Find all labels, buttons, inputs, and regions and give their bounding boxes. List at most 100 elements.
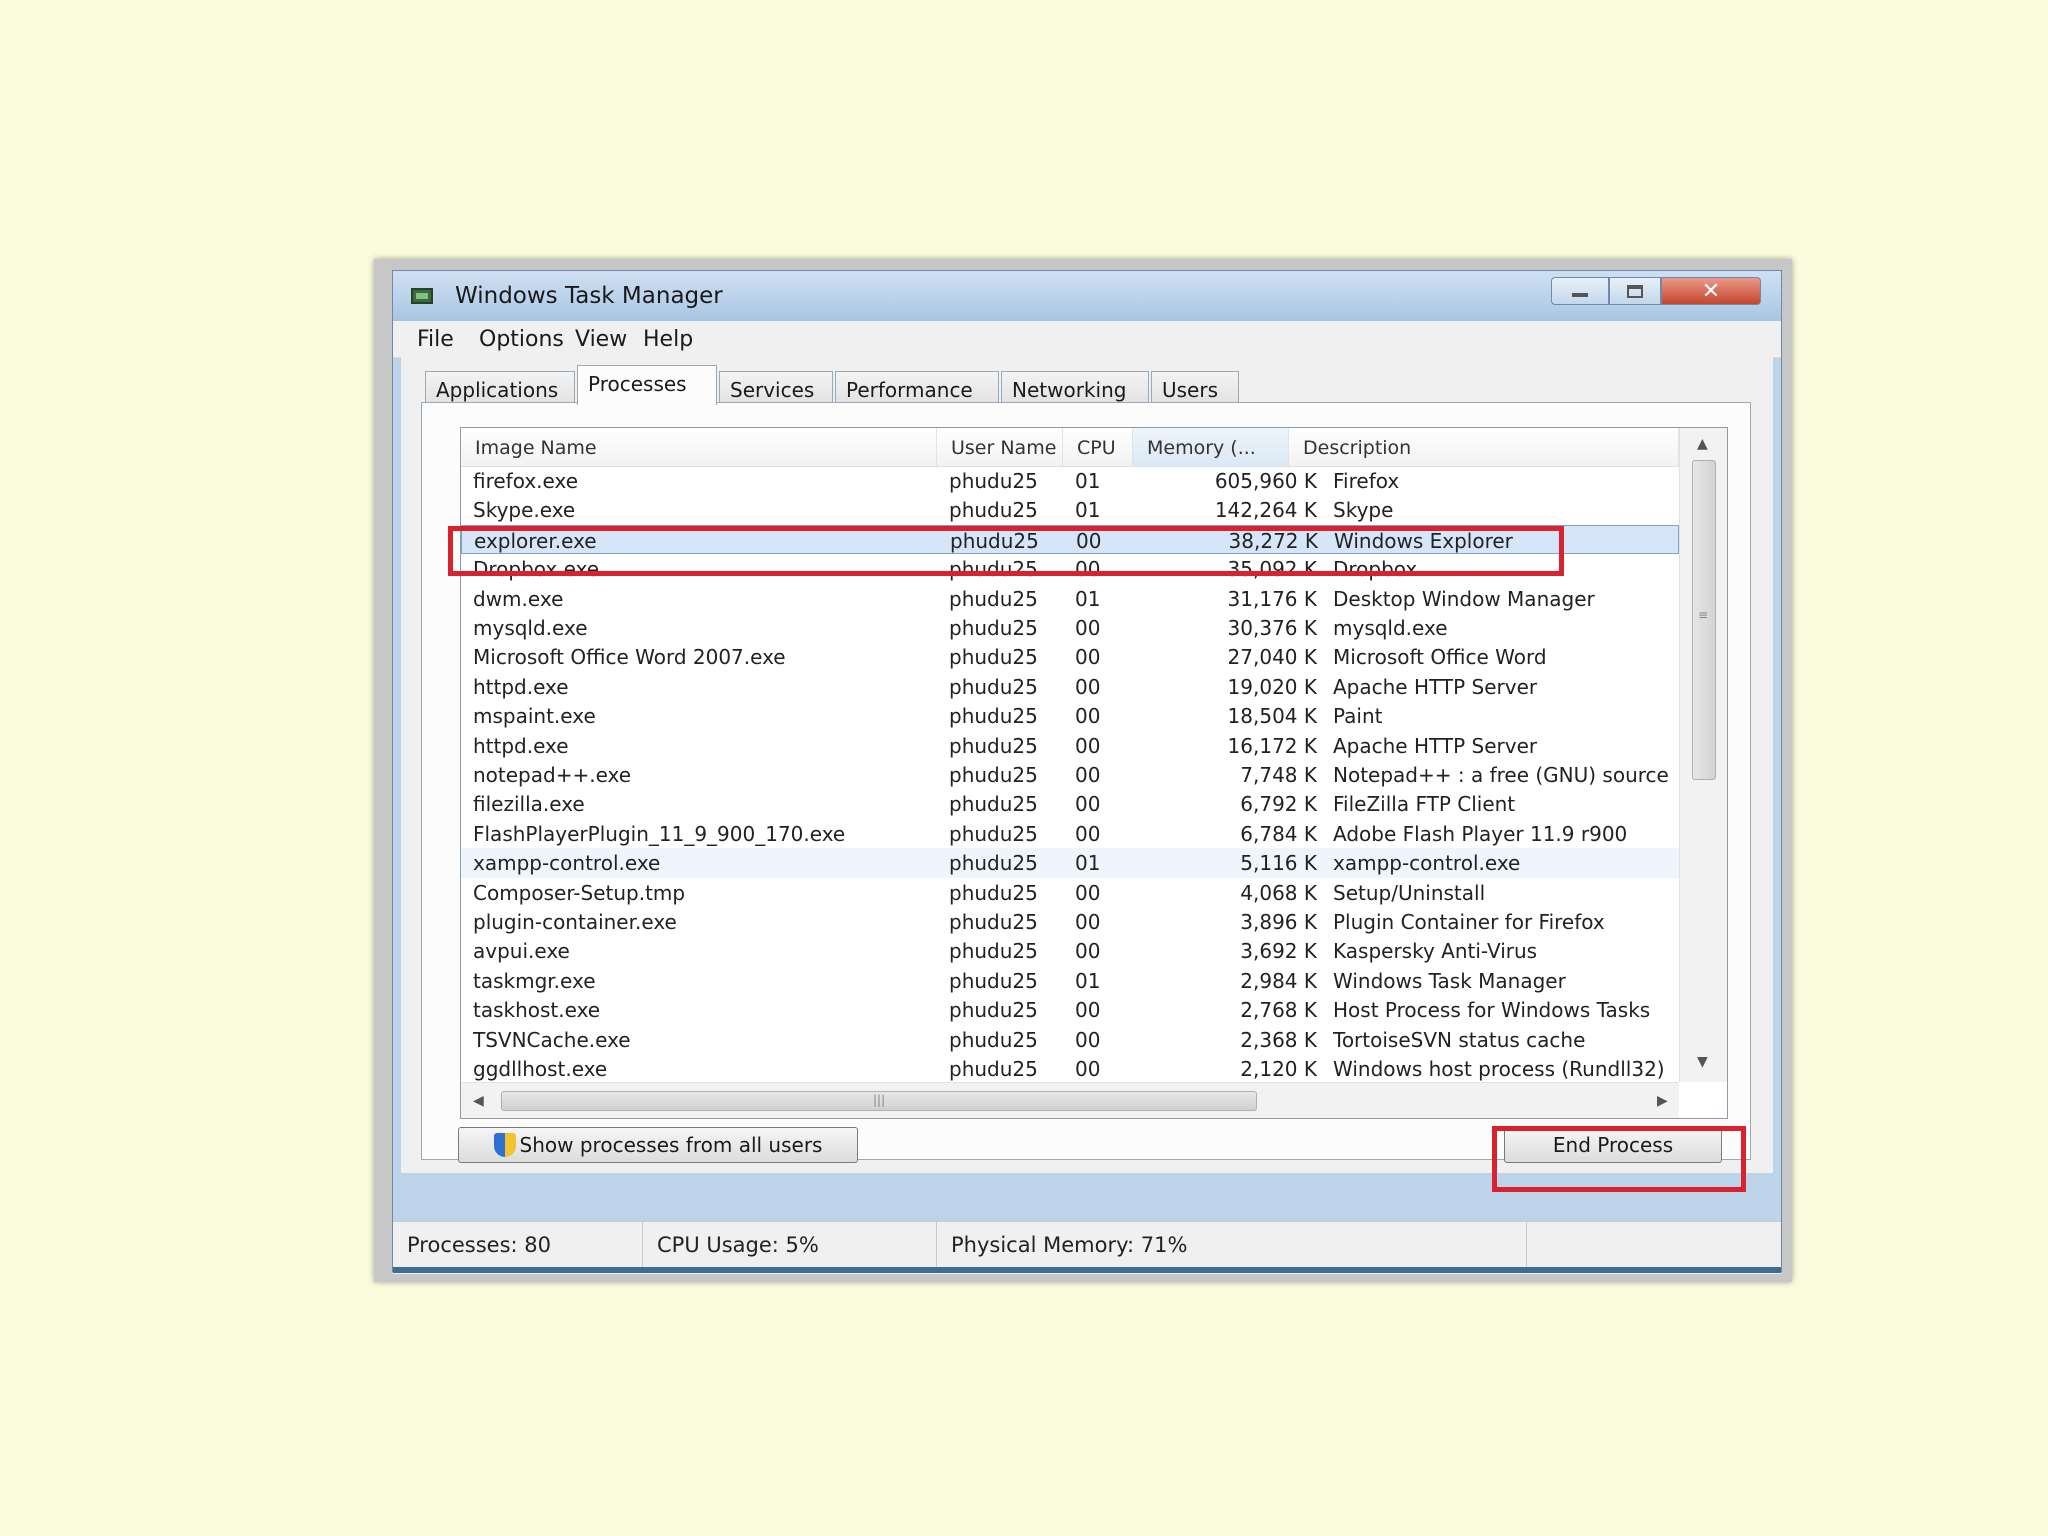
header-cpu[interactable]: CPU	[1063, 428, 1133, 466]
cell-description: Skype	[1333, 498, 1394, 523]
header-user-name[interactable]: User Name	[937, 428, 1063, 466]
scroll-up-icon[interactable]: ▲	[1697, 436, 1708, 452]
show-all-users-button[interactable]: Show processes from all users	[458, 1127, 858, 1163]
cell-image-name: FlashPlayerPlugin_11_9_900_170.exe	[473, 821, 846, 846]
cell-user-name: phudu25	[949, 763, 1038, 787]
client-area: Applications Processes Services Performa…	[401, 357, 1773, 1173]
cell-image-name: mysqld.exe	[473, 616, 588, 640]
table-row[interactable]: ggdllhost.exe phudu25 00 2,120 K Windows hos…	[461, 1054, 1679, 1083]
cell-user-name: phudu25	[949, 939, 1038, 964]
tab-networking[interactable]: Networking	[1001, 371, 1149, 403]
vertical-scrollbar[interactable]: ▲ ≡ ▼	[1679, 428, 1727, 1082]
scroll-left-icon[interactable]: ◀	[473, 1093, 484, 1109]
title-bar[interactable]: Windows Task Manager ✕	[393, 271, 1781, 321]
minimize-button[interactable]	[1551, 277, 1609, 305]
header-image-name[interactable]: Image Name	[461, 428, 937, 466]
table-row[interactable]: TSVNCache.exe phudu25 00 2,368 K TortoiseSVN…	[461, 1025, 1679, 1054]
header-memory[interactable]: Memory (...	[1133, 428, 1289, 466]
cell-user-name: phudu25	[949, 792, 1038, 817]
cell-memory: 2,768 K	[1240, 998, 1317, 1023]
menu-options[interactable]: Options	[479, 327, 564, 352]
table-row[interactable]: firefox.exe phudu25 01 605,960 K Firefox	[461, 466, 1679, 495]
header-description[interactable]: Description	[1289, 428, 1679, 466]
cell-cpu: 00	[1075, 792, 1101, 817]
tab-services[interactable]: Services	[719, 371, 833, 403]
table-row[interactable]: httpd.exe phudu25 00 19,020 K Apache HTTP Se…	[461, 672, 1679, 701]
scroll-down-icon[interactable]: ▼	[1697, 1054, 1708, 1070]
cell-image-name: firefox.exe	[473, 469, 579, 493]
cell-user-name: phudu25	[949, 586, 1038, 611]
status-processes: Processes: 80	[393, 1222, 643, 1268]
cell-description: Apache HTTP Server	[1333, 733, 1538, 758]
table-row[interactable]: httpd.exe phudu25 00 16,172 K Apache HTTP Se…	[461, 731, 1679, 760]
cell-image-name: Composer-Setup.tmp	[473, 880, 686, 905]
table-row[interactable]: notepad++.exe phudu25 00 7,748 K Notepad++ :…	[461, 760, 1679, 789]
cell-cpu: 00	[1075, 880, 1101, 905]
table-row[interactable]: mysqld.exe phudu25 00 30,376 K mysqld.exe	[461, 613, 1679, 642]
cell-memory: 6,784 K	[1240, 821, 1317, 846]
table-row[interactable]: taskhost.exe phudu25 00 2,768 K Host Process…	[461, 995, 1679, 1024]
cell-memory: 3,896 K	[1240, 910, 1317, 934]
maximize-icon	[1627, 284, 1643, 298]
tab-users[interactable]: Users	[1151, 371, 1239, 403]
tab-processes[interactable]: Processes	[577, 365, 717, 405]
table-row[interactable]: plugin-container.exe phudu25 00 3,896 K Plug…	[461, 907, 1679, 936]
cell-memory: 7,748 K	[1240, 763, 1317, 787]
menu-view[interactable]: View	[575, 327, 627, 352]
menu-help[interactable]: Help	[643, 327, 693, 352]
table-row[interactable]: dwm.exe phudu25 01 31,176 K Desktop Window M…	[461, 584, 1679, 613]
cell-image-name: xampp-control.exe	[473, 851, 661, 876]
cell-user-name: phudu25	[949, 910, 1038, 934]
maximize-button[interactable]	[1609, 277, 1661, 305]
column-header: Image Name User Name CPU Memory (... Des…	[461, 428, 1679, 467]
cell-description: Adobe Flash Player 11.9 r900	[1333, 821, 1628, 846]
cell-image-name: Microsoft Office Word 2007.exe	[473, 645, 786, 670]
cell-description: Paint	[1333, 704, 1383, 729]
menu-file[interactable]: File	[417, 327, 454, 352]
cell-image-name: taskmgr.exe	[473, 968, 596, 993]
cell-cpu: 00	[1075, 733, 1101, 758]
status-cpu-usage: CPU Usage: 5%	[643, 1222, 937, 1268]
cell-image-name: filezilla.exe	[473, 792, 585, 817]
cell-memory: 2,368 K	[1240, 1027, 1317, 1052]
cell-description: Notepad++ : a free (GNU) source	[1333, 763, 1669, 787]
table-row[interactable]: taskmgr.exe phudu25 01 2,984 K Windows Task …	[461, 966, 1679, 995]
cell-memory: 19,020 K	[1227, 674, 1317, 699]
minimize-icon	[1572, 293, 1588, 297]
table-row[interactable]: Composer-Setup.tmp phudu25 00 4,068 K Setup/…	[461, 878, 1679, 907]
processes-panel: Image Name User Name CPU Memory (... Des…	[421, 402, 1751, 1163]
cell-memory: 27,040 K	[1227, 645, 1317, 670]
table-row[interactable]: avpui.exe phudu25 00 3,692 K Kaspersky Anti-…	[461, 936, 1679, 965]
table-row[interactable]: mspaint.exe phudu25 00 18,504 K Paint	[461, 701, 1679, 730]
cell-user-name: phudu25	[949, 1027, 1038, 1052]
cell-cpu: 01	[1075, 498, 1101, 523]
cell-description: Windows host process (Rundll32)	[1333, 1057, 1665, 1081]
cell-user-name: phudu25	[949, 469, 1038, 493]
grip-icon: ≡	[1698, 608, 1709, 622]
close-button[interactable]: ✕	[1661, 277, 1761, 305]
tab-applications[interactable]: Applications	[425, 371, 575, 403]
table-row[interactable]: Microsoft Office Word 2007.exe phudu25 00 2…	[461, 642, 1679, 671]
cell-user-name: phudu25	[949, 616, 1038, 640]
taskbar-strip	[393, 1267, 1781, 1273]
table-row[interactable]: xampp-control.exe phudu25 01 5,116 K xampp-c…	[461, 848, 1679, 878]
table-row[interactable]: filezilla.exe phudu25 00 6,792 K FileZilla F…	[461, 789, 1679, 818]
cell-description: Firefox	[1333, 469, 1400, 493]
scroll-right-icon[interactable]: ▶	[1657, 1093, 1668, 1109]
menu-bar: File Options View Help	[393, 321, 1781, 358]
cell-memory: 18,504 K	[1227, 704, 1317, 729]
cell-description: Desktop Window Manager	[1333, 586, 1595, 611]
cell-cpu: 00	[1075, 616, 1101, 640]
table-row[interactable]: Skype.exe phudu25 01 142,264 K Skype	[461, 495, 1679, 524]
cell-description: Host Process for Windows Tasks	[1333, 998, 1651, 1023]
cell-user-name: phudu25	[949, 674, 1038, 699]
cell-cpu: 00	[1075, 645, 1101, 670]
cell-memory: 31,176 K	[1227, 586, 1317, 611]
horizontal-scrollbar[interactable]: ◀ ||| ▶	[461, 1082, 1679, 1118]
cell-image-name: httpd.exe	[473, 733, 569, 758]
tab-performance[interactable]: Performance	[835, 371, 999, 403]
cell-description: Microsoft Office Word	[1333, 645, 1547, 670]
cell-user-name: phudu25	[949, 498, 1038, 523]
cell-image-name: TSVNCache.exe	[473, 1027, 631, 1052]
table-row[interactable]: FlashPlayerPlugin_11_9_900_170.exe phudu2…	[461, 819, 1679, 848]
